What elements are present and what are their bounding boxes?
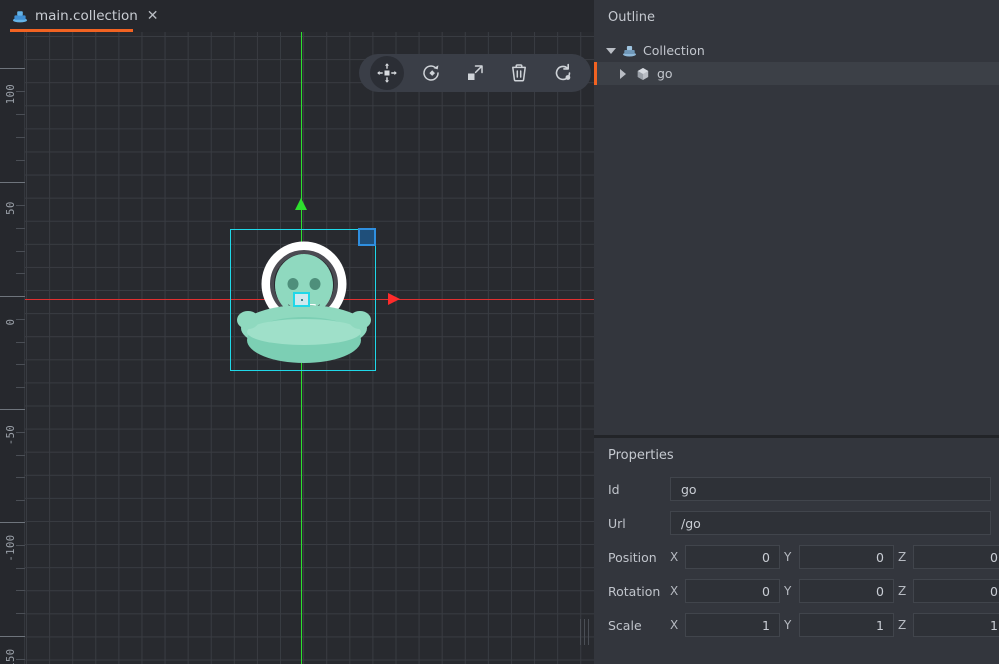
rotation-label: Rotation [608, 583, 661, 599]
outline-title: Outline [608, 10, 656, 25]
url-field[interactable]: /go [670, 511, 991, 535]
chevron-right-icon[interactable] [620, 68, 634, 79]
chevron-down-icon[interactable] [606, 47, 620, 54]
property-row-id: Id go [608, 477, 991, 501]
tab-main-collection[interactable]: main.collection ✕ [0, 0, 169, 32]
axis-z-label: Z [898, 584, 907, 598]
position-label: Position [608, 549, 657, 565]
resize-handle-top-right[interactable] [358, 228, 376, 246]
axis-z-label: Z [898, 550, 907, 564]
scale-y-field[interactable]: 1 [799, 613, 894, 637]
editor-window: main.collection ✕ 100 50 0 -50 -100 -150… [0, 0, 999, 664]
axis-x-label: X [670, 550, 679, 564]
axis-x-label: X [670, 584, 679, 598]
collection-icon [12, 9, 28, 23]
game-object-icon [634, 67, 652, 81]
close-icon[interactable]: ✕ [147, 9, 159, 23]
collection-icon [620, 44, 638, 57]
scale-x-field[interactable]: 1 [685, 613, 780, 637]
position-y-field[interactable]: 0 [799, 545, 894, 569]
property-row-rotation: Rotation X 0 Y 0 Z 0 [608, 579, 999, 603]
scene-editor: main.collection ✕ 100 50 0 -50 -100 -150 [0, 0, 594, 664]
axis-y-label: Y [784, 584, 792, 598]
ruler-label: 0 [5, 318, 17, 326]
outline-tree: Collection go [594, 39, 999, 85]
rotate-tool[interactable] [414, 56, 448, 90]
tree-item-go[interactable]: go [594, 62, 999, 85]
position-z-field[interactable]: 0 [913, 545, 999, 569]
scene-viewport[interactable] [25, 32, 594, 664]
properties-panel: Properties Id go Url /go Position X 0 Y … [594, 438, 999, 664]
panel-splitter-handle[interactable] [578, 618, 590, 646]
origin-handle[interactable] [293, 292, 310, 307]
property-row-url: Url /go [608, 511, 991, 535]
vertical-ruler: 100 50 0 -50 -100 -150 [0, 32, 25, 664]
delete-tool[interactable] [502, 56, 536, 90]
properties-title: Properties [608, 448, 674, 463]
x-axis-arrow[interactable] [388, 293, 400, 305]
url-label: Url [608, 515, 626, 531]
rotation-y-field[interactable]: 0 [799, 579, 894, 603]
id-label: Id [608, 481, 620, 497]
ruler-label: 50 [5, 201, 17, 215]
ruler-label: -100 [5, 534, 17, 562]
position-x-field[interactable]: 0 [685, 545, 780, 569]
axis-y-label: Y [784, 618, 792, 632]
tree-item-label: go [657, 66, 673, 81]
ruler-label: -50 [5, 424, 17, 446]
rotation-x-field[interactable]: 0 [685, 579, 780, 603]
scale-z-field[interactable]: 1 [913, 613, 999, 637]
tab-label: main.collection [35, 8, 138, 24]
property-row-position: Position X 0 Y 0 Z 0 [608, 545, 999, 569]
reset-tool[interactable] [546, 56, 580, 90]
id-field[interactable]: go [670, 477, 991, 501]
panel-divider [594, 435, 999, 438]
property-row-scale: Scale X 1 Y 1 Z 1 [608, 613, 999, 637]
ruler-label: 100 [5, 83, 17, 105]
transform-toolbar [359, 54, 591, 92]
rotation-z-field[interactable]: 0 [913, 579, 999, 603]
move-tool[interactable] [370, 56, 404, 90]
tree-item-label: Collection [643, 43, 705, 58]
scale-label: Scale [608, 617, 642, 633]
tree-item-collection[interactable]: Collection [594, 39, 999, 62]
axis-y-label: Y [784, 550, 792, 564]
right-panel: Outline Collection go Properties Id go U… [594, 0, 999, 664]
axis-x-label: X [670, 618, 679, 632]
ruler-label: -150 [5, 648, 17, 664]
axis-z-label: Z [898, 618, 907, 632]
scale-tool[interactable] [458, 56, 492, 90]
y-axis-arrow[interactable] [295, 198, 307, 210]
outline-panel: Outline Collection go [594, 0, 999, 436]
tab-bar: main.collection ✕ [0, 0, 594, 32]
